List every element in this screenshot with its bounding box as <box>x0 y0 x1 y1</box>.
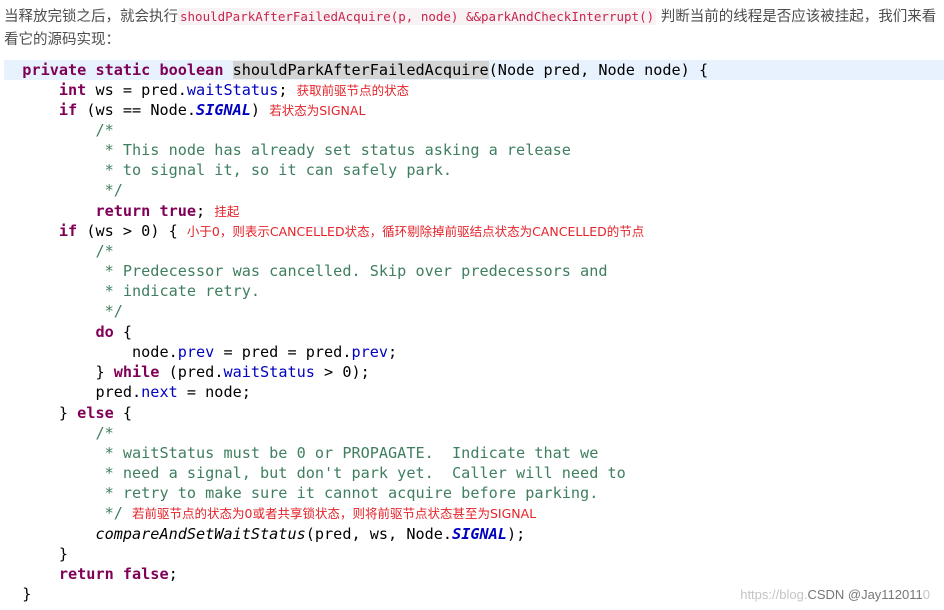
code-text: (ws > 0) { <box>77 222 178 240</box>
comment: * retry to make sure it cannot acquire b… <box>95 484 599 502</box>
comment: */ <box>95 504 123 522</box>
keyword: return true <box>95 202 197 220</box>
comment: * This node has already set status askin… <box>95 141 571 159</box>
comment: */ <box>95 181 123 199</box>
code-line-21: * need a signal, but don't park yet. Cal… <box>4 463 626 483</box>
code-line-22: * retry to make sure it cannot acquire b… <box>4 483 599 503</box>
annotation: 若前驱节点的状态为0或者共享锁状态，则将前驱节点状态甚至为SIGNAL <box>132 506 537 521</box>
field-name: waitStatus <box>223 363 315 381</box>
code-text: ); <box>506 525 526 543</box>
code-text: (Node pred, Node node) { <box>488 61 709 79</box>
code-line-12: * indicate retry. <box>4 281 260 301</box>
annotation: 获取前驱节点的状态 <box>296 83 410 98</box>
watermark-url: https://blog. <box>740 587 808 602</box>
keyword: if <box>58 101 78 119</box>
code-text: ) <box>250 101 261 119</box>
comment: * waitStatus must be 0 or PROPAGATE. Ind… <box>95 444 599 462</box>
code-line-1: private static boolean shouldParkAfterFa… <box>4 60 944 81</box>
code-line-19: /* <box>4 423 114 443</box>
comment: /* <box>95 242 114 260</box>
watermark-author: CSDN @Jay112011 <box>807 587 923 602</box>
keyword: if <box>58 222 78 240</box>
code-line-24: compareAndSetWaitStatus(pred, ws, Node.S… <box>4 524 525 544</box>
keyword: do <box>95 323 114 341</box>
code-line-20: * waitStatus must be 0 or PROPAGATE. Ind… <box>4 443 599 463</box>
code-line-25: } <box>4 544 68 564</box>
code-line-26: return false; <box>4 564 178 584</box>
annotation: 若状态为SIGNAL <box>269 103 366 118</box>
comment: /* <box>95 424 114 442</box>
watermark-tail: 0 <box>922 587 930 602</box>
code-text: } <box>58 404 78 422</box>
constant: SIGNAL <box>196 101 251 119</box>
field-name: waitStatus <box>186 81 279 99</box>
intro-paragraph: 当释放完锁之后，就会执行 shouldParkAfterFailedAcquire… <box>4 5 940 52</box>
code-text: pred. <box>95 383 142 401</box>
code-line-3: if (ws == Node.SIGNAL) 若状态为SIGNAL <box>4 100 366 120</box>
code-line-13: */ <box>4 301 123 321</box>
code-line-10: /* <box>4 241 114 261</box>
annotation: 挂起 <box>214 204 240 219</box>
comment: * indicate retry. <box>95 282 261 300</box>
code-line-15: node.prev = pred = pred.prev; <box>4 342 397 362</box>
code-line-27: } <box>4 584 31 604</box>
code-text: > 0); <box>314 363 370 381</box>
code-line-4: /* <box>4 120 114 140</box>
keyword: private static boolean <box>22 61 224 79</box>
field-name: next <box>141 383 178 401</box>
inline-code-snippet: shouldParkAfterFailedAcquire(p, node) &&… <box>178 8 657 25</box>
code-text: node. <box>132 343 178 361</box>
comment: * to signal it, so it can safely park. <box>95 161 453 179</box>
code-block: private static boolean shouldParkAfterFa… <box>4 59 944 610</box>
code-text: ws = pred. <box>86 81 187 99</box>
watermark: https://blog.CSDN @Jay1120110 <box>740 587 930 602</box>
constant: SIGNAL <box>452 525 507 543</box>
code-line-6: * to signal it, so it can safely park. <box>4 160 452 180</box>
code-text: (pred. <box>159 363 224 381</box>
keyword: while <box>113 363 160 381</box>
field-name: prev <box>177 343 215 361</box>
code-text: } <box>58 545 69 563</box>
field-name: prev <box>351 343 389 361</box>
method-name: shouldParkAfterFailedAcquire <box>232 61 489 79</box>
code-line-23: */ 若前驱节点的状态为0或者共享锁状态，则将前驱节点状态甚至为SIGNAL <box>4 503 537 523</box>
code-line-9: if (ws > 0) { 小于0，则表示CANCELLED状态，循环剔除掉前驱… <box>4 221 644 241</box>
annotation: 小于0，则表示CANCELLED状态，循环剔除掉前驱结点状态为CANCELLED… <box>186 224 645 239</box>
code-line-16: } while (pred.waitStatus > 0); <box>4 362 370 382</box>
code-text: = node; <box>177 383 251 401</box>
code-text: ; <box>168 565 178 583</box>
code-line-14: do { <box>4 322 132 342</box>
code-text: ; <box>278 81 288 99</box>
comment: */ <box>95 302 123 320</box>
code-line-18: } else { <box>4 403 132 423</box>
intro-text-before: 当释放完锁之后，就会执行 <box>4 9 178 25</box>
code-line-8: return true; 挂起 <box>4 201 239 221</box>
code-text: = pred = pred. <box>214 343 352 361</box>
keyword: int <box>58 81 87 99</box>
comment: * need a signal, but don't park yet. Cal… <box>95 464 626 482</box>
code-text: { <box>113 404 133 422</box>
comment: /* <box>95 121 114 139</box>
comment: * Predecessor was cancelled. Skip over p… <box>95 262 608 280</box>
code-text: ; <box>388 343 398 361</box>
code-text: } <box>22 585 32 603</box>
code-line-11: * Predecessor was cancelled. Skip over p… <box>4 261 608 281</box>
method-call: compareAndSetWaitStatus <box>95 525 306 543</box>
keyword: else <box>77 404 114 422</box>
code-text: } <box>95 363 114 381</box>
code-text: (pred, ws, Node. <box>305 525 453 543</box>
code-text: (ws == Node. <box>77 101 197 119</box>
code-line-5: * This node has already set status askin… <box>4 140 571 160</box>
code-line-17: pred.next = node; <box>4 382 251 402</box>
code-line-7: */ <box>4 180 123 200</box>
code-text: ; <box>196 202 206 220</box>
code-text: { <box>113 323 133 341</box>
keyword: return false <box>58 565 169 583</box>
code-line-2: int ws = pred.waitStatus; 获取前驱节点的状态 <box>4 80 409 100</box>
